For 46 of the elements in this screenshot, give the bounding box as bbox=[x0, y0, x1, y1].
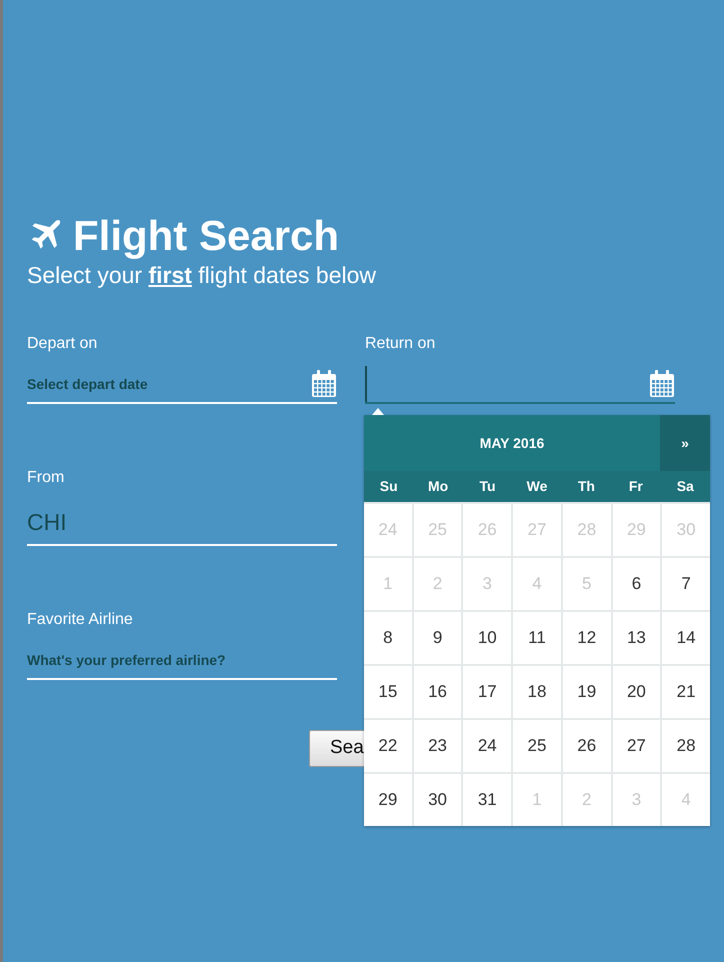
day-cell[interactable]: 29 bbox=[364, 774, 412, 826]
day-cell[interactable]: 30 bbox=[414, 774, 462, 826]
day-cell[interactable]: 8 bbox=[364, 612, 412, 664]
day-cell[interactable]: 28 bbox=[662, 720, 710, 772]
next-month-button[interactable]: » bbox=[660, 415, 710, 471]
weekday-header: Su bbox=[378, 477, 399, 496]
calendar-icon[interactable] bbox=[649, 370, 675, 398]
day-cell[interactable]: 9 bbox=[414, 612, 462, 664]
popup-pointer-icon bbox=[372, 408, 384, 415]
weekday-header: Fr bbox=[628, 477, 644, 496]
month-title: MAY 2016 bbox=[478, 434, 546, 452]
day-cell[interactable]: 31 bbox=[463, 774, 512, 826]
day-cell[interactable]: 7 bbox=[662, 558, 710, 610]
input-field[interactable]: What's your preferred airline? bbox=[27, 642, 337, 678]
day-cell[interactable]: 18 bbox=[513, 666, 561, 718]
field-label: Favorite Airline bbox=[27, 610, 133, 630]
day-cell[interactable]: 21 bbox=[662, 666, 710, 718]
calendar-icon[interactable] bbox=[311, 370, 337, 398]
field-label: From bbox=[27, 468, 64, 488]
field-label: Depart on bbox=[27, 334, 98, 354]
day-cell[interactable]: 27 bbox=[612, 720, 660, 772]
day-cell[interactable]: 14 bbox=[662, 612, 710, 664]
page-title: Flight Search bbox=[73, 212, 340, 260]
weekday-header: Mo bbox=[427, 477, 450, 496]
day-cell[interactable]: 19 bbox=[562, 666, 611, 718]
day-cell[interactable]: 22 bbox=[364, 720, 412, 772]
day-cell[interactable]: 24 bbox=[463, 720, 512, 772]
weekday-header: Th bbox=[576, 477, 596, 496]
field-label: Return on bbox=[365, 334, 436, 354]
day-cell[interactable]: 15 bbox=[364, 666, 412, 718]
day-cell[interactable]: 17 bbox=[463, 666, 512, 718]
day-cell[interactable]: 12 bbox=[562, 612, 611, 664]
weekday-header: We bbox=[526, 477, 548, 496]
day-cell[interactable]: 23 bbox=[414, 720, 462, 772]
day-cell[interactable]: 26 bbox=[562, 720, 611, 772]
subtitle: Select your first flight dates below bbox=[27, 261, 378, 290]
day-cell[interactable]: 16 bbox=[414, 666, 462, 718]
weekday-header: Tu bbox=[478, 477, 497, 496]
day-cell[interactable]: 6 bbox=[612, 558, 660, 610]
day-cell[interactable]: 13 bbox=[612, 612, 660, 664]
day-cell[interactable]: 11 bbox=[513, 612, 561, 664]
day-cell[interactable]: 10 bbox=[463, 612, 512, 664]
date-field[interactable]: Select depart date bbox=[27, 366, 305, 402]
day-cell[interactable]: 20 bbox=[612, 666, 660, 718]
day-cell[interactable]: 25 bbox=[513, 720, 561, 772]
weekday-header: Sa bbox=[676, 477, 695, 496]
